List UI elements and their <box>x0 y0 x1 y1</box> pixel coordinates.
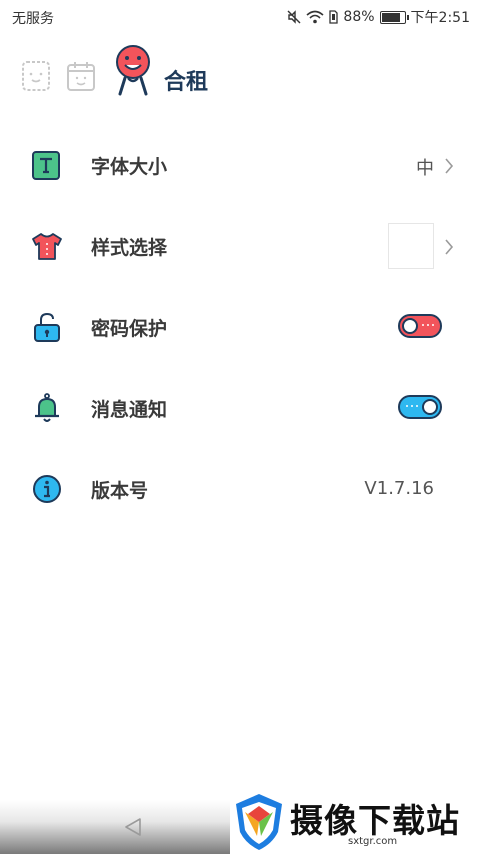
watermark: 摄像下载站 sxtgr.com <box>230 790 480 854</box>
padlock-icon <box>34 312 60 342</box>
status-icons: 88% 下午2:51 <box>287 7 470 27</box>
mute-icon <box>287 10 301 24</box>
tshirt-icon <box>32 233 62 260</box>
info-icon <box>33 475 61 503</box>
setting-notification: 消息通知 <box>0 367 480 448</box>
watermark-title: 摄像下载站 <box>290 801 460 840</box>
watermark-logo-icon <box>236 794 282 850</box>
toggle-knob <box>422 399 438 415</box>
notification-label: 消息通知 <box>91 399 168 421</box>
clock: 下午2:51 <box>410 10 470 26</box>
version-value: V1.7.16 <box>364 478 434 499</box>
note-icon[interactable] <box>20 60 52 92</box>
setting-style[interactable]: 样式选择 <box>0 205 480 286</box>
wifi-icon <box>306 10 324 24</box>
battery-level-fill <box>381 12 400 22</box>
password-label: 密码保护 <box>91 318 168 340</box>
calendar-icon[interactable] <box>65 60 97 92</box>
battery-percent: 88% <box>343 9 375 25</box>
mascot-logo-icon <box>116 45 150 96</box>
chevron-right-icon <box>445 239 454 255</box>
toggle-dots <box>406 405 418 409</box>
settings-list: 字体大小 中 样式选择 密码保护 消息通知 版本号 V1.7.16 <box>0 124 480 529</box>
style-label: 样式选择 <box>91 237 168 259</box>
bell-icon <box>35 393 59 422</box>
toggle-dots <box>422 324 434 328</box>
setting-password: 密码保护 <box>0 286 480 367</box>
toggle-knob <box>402 318 418 334</box>
font-size-label: 字体大小 <box>91 156 168 178</box>
setting-version: 版本号 V1.7.16 <box>0 448 480 529</box>
notification-toggle[interactable] <box>398 395 442 419</box>
sim-icon <box>329 10 339 24</box>
carrier-text: 无服务 <box>12 11 54 27</box>
chevron-right-icon <box>445 158 454 174</box>
app-title: 合租 <box>164 70 209 95</box>
style-preview-swatch <box>388 223 434 269</box>
status-bar: 无服务 88% 下午2:51 <box>0 0 480 34</box>
settings-screen: 无服务 88% 下午2:51 合租 字体大小 中 样式选择 密码保护 消息通知 … <box>0 0 480 854</box>
app-header: 合租 <box>0 42 480 112</box>
password-toggle[interactable] <box>398 314 442 338</box>
watermark-url: sxtgr.com <box>348 836 398 847</box>
battery-icon <box>379 10 409 24</box>
font-size-value: 中 <box>416 158 434 179</box>
back-triangle-icon[interactable] <box>122 816 144 838</box>
setting-font-size[interactable]: 字体大小 中 <box>0 124 480 205</box>
version-label: 版本号 <box>91 480 149 502</box>
text-T-icon <box>32 151 60 180</box>
